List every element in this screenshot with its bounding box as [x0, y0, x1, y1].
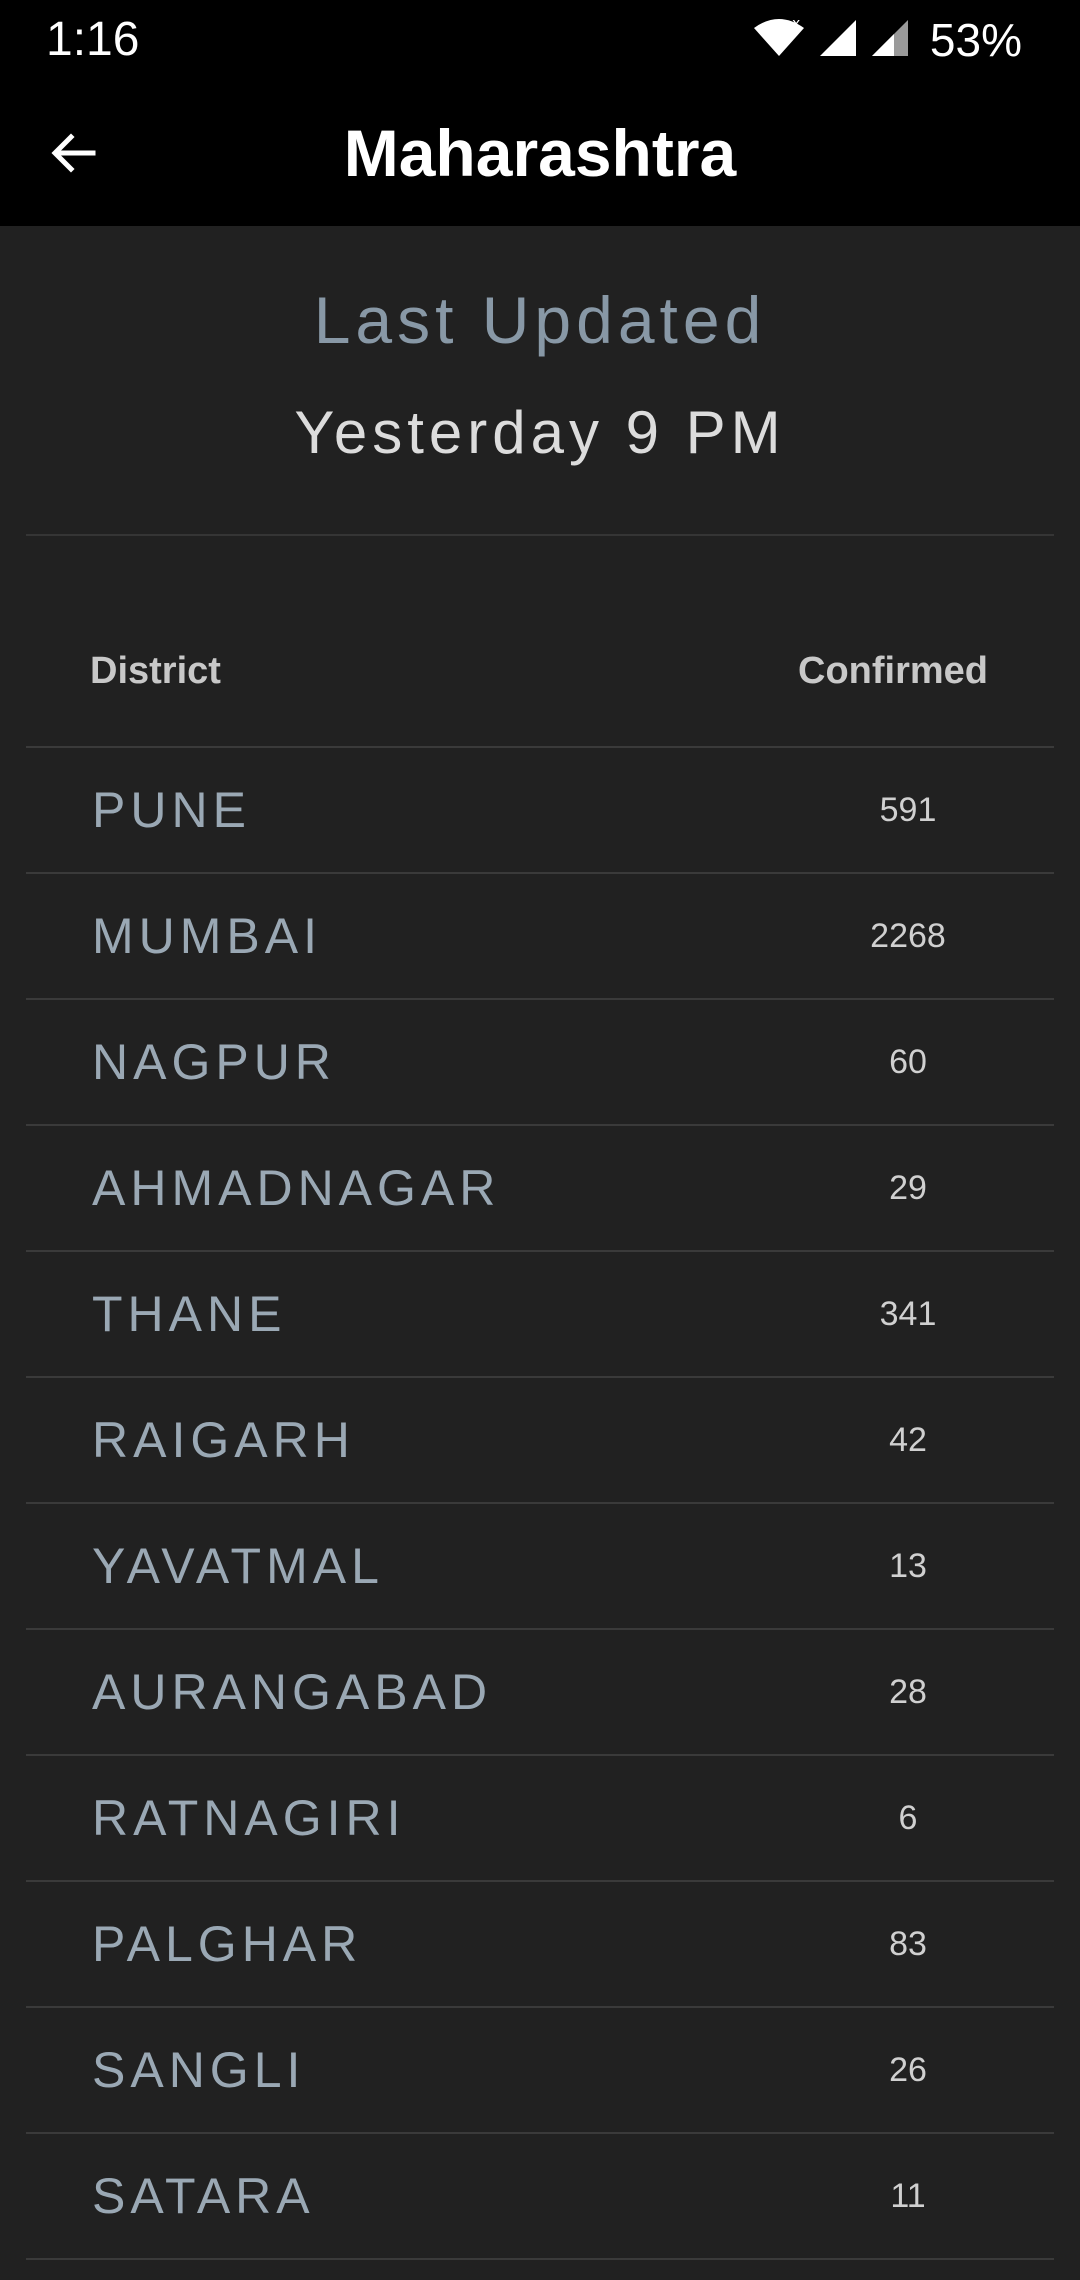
district-name: AHMADNAGAR	[92, 1160, 501, 1216]
table-row[interactable]: MUMBAI 2268	[26, 874, 1054, 1000]
page-title: Maharashtra	[343, 116, 737, 190]
confirmed-count: 83	[889, 1925, 927, 1963]
district-name: RAIGARH	[92, 1412, 355, 1468]
district-name: PUNE	[92, 782, 251, 838]
table-row[interactable]: AURANGABAD 28	[26, 1630, 1054, 1756]
confirmed-count: 13	[889, 1547, 927, 1585]
district-name: THANE	[92, 1286, 287, 1342]
table-row[interactable]: NAGPUR 60	[26, 1000, 1054, 1126]
header-district[interactable]: District	[90, 650, 221, 693]
last-updated-value: Yesterday 9 PM	[294, 399, 786, 466]
status-bar: 1:16 x 53%	[0, 0, 1080, 80]
svg-text:x: x	[792, 16, 800, 32]
table-row[interactable]: SATARA 11	[26, 2134, 1054, 2260]
district-name: RATNAGIRI	[92, 1790, 406, 1846]
confirmed-count: 591	[879, 791, 937, 829]
confirmed-count: 341	[879, 1295, 937, 1333]
confirmed-count: 6	[898, 1799, 918, 1837]
confirmed-count: 29	[889, 1169, 927, 1207]
confirmed-count: 60	[889, 1043, 927, 1081]
header-confirmed[interactable]: Confirmed	[798, 650, 988, 693]
status-time: 1:16	[46, 13, 140, 66]
last-updated-section: Last Updated Yesterday 9 PM	[26, 226, 1054, 536]
district-name: MUMBAI	[92, 908, 322, 964]
confirmed-count: 11	[890, 2177, 926, 2215]
district-name: SANGLI	[92, 2042, 306, 2098]
table-row[interactable]: PUNE 591	[26, 748, 1054, 874]
content[interactable]: Last Updated Yesterday 9 PM District Con…	[0, 226, 1080, 2280]
table-row[interactable]: SANGLI 26	[26, 2008, 1054, 2134]
app-bar: Maharashtra	[0, 80, 1080, 226]
table-row[interactable]: THANE 341	[26, 1252, 1054, 1378]
district-name: PALGHAR	[92, 1916, 363, 1972]
table-header: District Confirmed	[26, 616, 1054, 748]
table-row[interactable]: AHMADNAGAR 29	[26, 1126, 1054, 1252]
district-name: YAVATMAL	[92, 1538, 384, 1594]
wifi-icon: x	[752, 16, 806, 65]
confirmed-count: 26	[889, 2051, 927, 2089]
confirmed-count: 28	[889, 1673, 927, 1711]
cell-signal-icon	[870, 18, 910, 63]
table-row[interactable]: YAVATMAL 13	[26, 1504, 1054, 1630]
cell-signal-icon	[818, 18, 858, 63]
table-row[interactable]: RAIGARH 42	[26, 1378, 1054, 1504]
battery-percent: 53%	[929, 14, 1022, 66]
district-name: NAGPUR	[92, 1034, 336, 1090]
table-row[interactable]: PALGHAR 83	[26, 1882, 1054, 2008]
district-name: SATARA	[92, 2168, 315, 2224]
district-name: AURANGABAD	[92, 1664, 493, 1720]
back-button[interactable]	[30, 112, 116, 198]
status-icons: x 53%	[752, 12, 1022, 68]
district-table: District Confirmed PUNE 591 MUMBAI 2268 …	[26, 616, 1054, 2260]
confirmed-count: 2268	[870, 917, 946, 955]
confirmed-count: 42	[889, 1421, 927, 1459]
last-updated-label: Last Updated	[313, 283, 767, 357]
table-row[interactable]: RATNAGIRI 6	[26, 1756, 1054, 1882]
arrow-left-icon	[49, 129, 97, 182]
